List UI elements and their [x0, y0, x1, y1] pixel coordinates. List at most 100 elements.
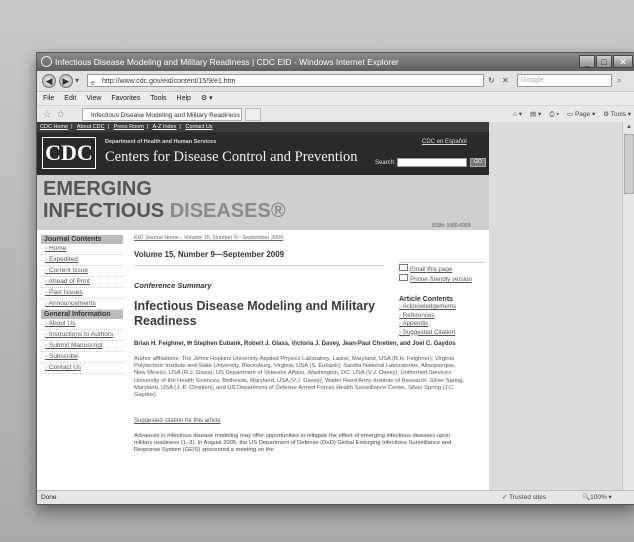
command-bar: ⌂ ▾ ▤ ▾ ⎙ ▾ ▭ Page ▾ ⚙ Tools ▾ — [513, 109, 631, 120]
forward-button[interactable]: ▶ — [59, 74, 73, 88]
sidebar-item-submit[interactable]: Submit Manuscript — [41, 341, 123, 352]
eid-title-line2: INFECTIOUS DISEASES® — [43, 200, 286, 222]
scroll-up-icon[interactable]: ▲ — [623, 122, 634, 133]
left-sidebar: Journal Contents Home Expedited Current … — [41, 235, 123, 374]
printer-friendly-link[interactable]: Printer-friendly version — [399, 274, 485, 284]
sidebar-item-about-us[interactable]: About Us — [41, 319, 123, 330]
journal-contents-heading: Journal Contents — [41, 235, 123, 244]
article-tools: Email this page Printer-friendly version… — [399, 262, 485, 338]
email-page-link[interactable]: Email this page — [399, 264, 485, 274]
link-az-index[interactable]: A-Z Index — [153, 124, 177, 130]
stop-button[interactable]: ✕ — [502, 74, 509, 87]
add-favorites-icon[interactable]: ✩ — [57, 109, 65, 120]
article-main: EID Journal Home › Volume 15, Number 9—S… — [134, 235, 484, 453]
contents-references[interactable]: References — [399, 312, 485, 321]
status-text: Done — [41, 494, 57, 501]
link-contact-us[interactable]: Contact Us — [185, 124, 212, 130]
suggested-citation-link[interactable]: Suggested citation for this article — [134, 418, 221, 424]
divider — [134, 265, 384, 266]
address-bar: ◀ ▶ ▾ e http://www.cdc.gov/eid/content/1… — [37, 71, 634, 92]
menu-view[interactable]: View — [86, 92, 101, 105]
window-controls: _ □ ✕ — [579, 55, 633, 68]
cdc-logo[interactable]: CDC — [42, 137, 96, 169]
authors: Brian H. Feighner, ✉ Stephen Eubank, Rob… — [134, 341, 456, 347]
menu-file[interactable]: File — [43, 92, 54, 105]
email-icon — [399, 264, 408, 271]
browser-window: Infectious Disease Modeling and Military… — [36, 52, 634, 505]
printer-icon — [399, 274, 408, 281]
centers-name: Centers for Disease Control and Preventi… — [105, 149, 358, 165]
contents-appendix[interactable]: Appendix — [399, 320, 485, 329]
issn-text: ISSN: 1080-6059 — [432, 223, 471, 229]
minimize-button[interactable]: _ — [579, 55, 595, 68]
eid-title-line1: EMERGING — [43, 178, 152, 200]
site-search-label: Search: — [375, 160, 396, 166]
link-about-cdc[interactable]: About CDC — [77, 124, 105, 130]
contents-suggested-citation[interactable]: Suggested Citation — [399, 329, 485, 338]
tools-divider — [399, 262, 485, 263]
cdc-banner: CDC Department of Health and Human Servi… — [37, 132, 489, 175]
home-icon[interactable]: ⌂ ▾ — [513, 109, 522, 120]
search-icon[interactable]: ⌕ — [617, 74, 621, 87]
favorites-star-icon[interactable]: ☆ — [43, 109, 51, 120]
web-page: CDC Home | About CDC | Press Room | A-Z Ind… — [37, 122, 489, 490]
menu-edit[interactable]: Edit — [64, 92, 76, 105]
url-input[interactable]: e http://www.cdc.gov/eid/content/15/9/e1… — [87, 74, 484, 87]
browser-tab[interactable]: Infectious Disease Modeling and Military… — [82, 108, 242, 121]
page-background-pane — [489, 122, 622, 490]
sidebar-item-contact[interactable]: Contact Us — [41, 363, 123, 374]
title-bar: Infectious Disease Modeling and Military… — [37, 53, 634, 71]
menu-help[interactable]: Help — [177, 92, 191, 105]
tools-menu[interactable]: ⚙ Tools ▾ — [603, 109, 631, 120]
site-search-input[interactable] — [397, 158, 467, 167]
dept-name: Department of Health and Human Services — [105, 139, 217, 145]
article-title: Infectious Disease Modeling and Military… — [134, 299, 376, 328]
sidebar-item-ahead-of-print[interactable]: Ahead of Print — [41, 277, 123, 288]
volume-heading: Volume 15, Number 9—September 2009 — [134, 250, 285, 259]
vertical-scrollbar[interactable]: ▲ — [622, 122, 634, 490]
general-information-heading: General Information — [41, 310, 123, 319]
menu-bar: File Edit View Favorites Tools Help ⚙ ▾ — [37, 92, 634, 106]
print-icon[interactable]: ⎙ ▾ — [549, 109, 559, 120]
new-tab-button[interactable] — [245, 108, 261, 121]
section-label: Conference Summary — [134, 281, 212, 290]
zoom-level[interactable]: 🔍100% ▾ — [582, 491, 612, 504]
link-cdc-home[interactable]: CDC Home — [40, 124, 68, 130]
affiliations: Author affiliations: The Johns Hopkins U… — [134, 356, 465, 399]
url-text: http://www.cdc.gov/eid/content/15/9/e1.h… — [102, 78, 236, 85]
contents-acknowledgements[interactable]: Acknowledgements — [399, 303, 485, 312]
link-press-room[interactable]: Press Room — [114, 124, 144, 130]
back-button[interactable]: ◀ — [42, 74, 56, 88]
security-zone: ✓ Trusted sites — [502, 494, 547, 501]
page-menu[interactable]: ▭ Page ▾ — [567, 109, 595, 120]
toolbar-icon[interactable]: ⚙ ▾ — [201, 92, 213, 105]
feeds-icon[interactable]: ▤ ▾ — [530, 109, 541, 120]
search-input[interactable]: Google — [517, 74, 612, 87]
maximize-button[interactable]: □ — [596, 55, 612, 68]
ie-icon — [41, 56, 52, 67]
abstract-text: Advances in infectious disease modeling … — [134, 433, 452, 454]
site-search-go-button[interactable]: GO — [470, 158, 486, 167]
article-contents-heading: Article Contents — [399, 296, 454, 303]
history-dropdown-icon[interactable]: ▾ — [75, 74, 79, 87]
menu-tools[interactable]: Tools — [150, 92, 166, 105]
sidebar-item-expedited[interactable]: Expedited — [41, 255, 123, 266]
espanol-link[interactable]: CDC en Español — [422, 139, 467, 145]
menu-favorites[interactable]: Favorites — [111, 92, 140, 105]
scroll-thumb[interactable] — [624, 134, 634, 194]
refresh-button[interactable]: ↻ — [488, 74, 495, 87]
sidebar-item-instructions[interactable]: Instructions to Authors — [41, 330, 123, 341]
page-icon: e — [91, 80, 95, 87]
sidebar-item-current-issue[interactable]: Current Issue — [41, 266, 123, 277]
breadcrumb[interactable]: EID Journal Home › Volume 15, Number 9—S… — [134, 235, 484, 241]
sidebar-item-home[interactable]: Home — [41, 244, 123, 255]
sidebar-item-past-issues[interactable]: Past Issues — [41, 288, 123, 299]
window-title: Infectious Disease Modeling and Military… — [55, 57, 399, 67]
eid-banner: EMERGING INFECTIOUS DISEASES® ISSN: 1080… — [37, 175, 489, 230]
sidebar-item-subscribe[interactable]: Subscribe — [41, 352, 123, 363]
top-nav: CDC Home | About CDC | Press Room | A-Z Ind… — [37, 122, 489, 132]
close-button[interactable]: ✕ — [613, 55, 633, 68]
sidebar-item-announcements[interactable]: Announcements — [41, 299, 123, 310]
page-viewport: CDC Home | About CDC | Press Room | A-Z Ind… — [37, 122, 634, 490]
status-bar: Done ✓ Trusted sites 🔍100% ▾ — [37, 490, 634, 504]
